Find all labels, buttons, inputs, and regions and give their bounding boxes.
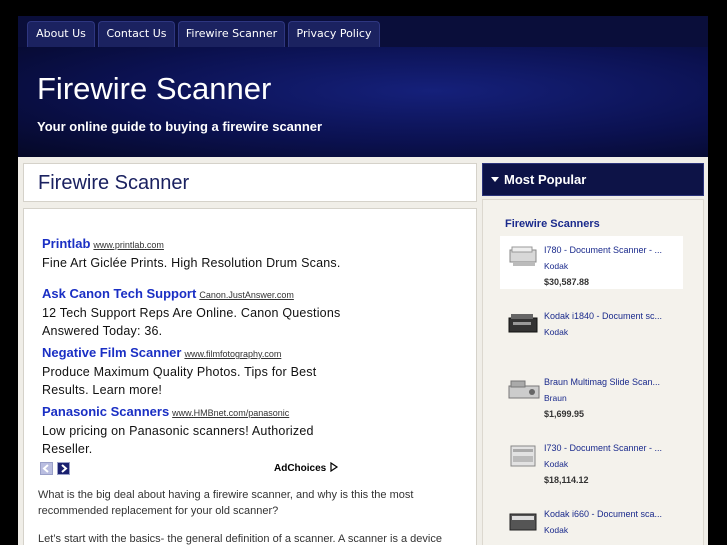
scanner-icon [508,314,538,333]
nav-contact-us[interactable]: Contact Us [98,21,175,47]
page-body: Firewire Scanner Printlab www.printlab.co… [18,157,708,545]
site-tagline: Your online guide to buying a firewire s… [37,119,323,134]
product-price: $1,699.95 [544,409,585,419]
ad-title[interactable]: Ask Canon Tech Support [42,286,196,301]
adchoices-label: AdChoices [274,463,327,474]
ad-unit: Ask Canon Tech Support Canon.JustAnswer.c… [42,285,342,340]
ad-url[interactable]: Canon.JustAnswer.com [199,290,294,300]
sidebar-heading-label: Most Popular [504,172,587,187]
sidebar-heading[interactable]: Most Popular [482,163,704,196]
ad-title[interactable]: Printlab [42,236,90,251]
site-header: Firewire Scanner Your online guide to bu… [18,47,708,157]
product-brand: Kodak [544,261,569,271]
site-title[interactable]: Firewire Scanner [37,71,271,107]
ad-title[interactable]: Panasonic Scanners [42,404,169,419]
ad-description: Produce Maximum Quality Photos. Tips for… [42,365,317,397]
post-content: Printlab www.printlab.com Fine Art Giclée… [23,208,477,545]
caret-down-icon [491,177,499,182]
nav-firewire-scanner[interactable]: Firewire Scanner [178,21,285,47]
top-nav: About Us Contact Us Firewire Scanner Pri… [18,16,708,47]
ad-description: Fine Art Giclée Prints. High Resolution … [42,256,341,270]
product-item[interactable]: I780 - Document Scanner - ... Kodak $30,… [500,236,683,289]
ad-prev-button[interactable] [40,462,53,475]
scanner-icon [510,445,536,467]
product-price: $18,114.12 [544,475,589,485]
ad-url[interactable]: www.filmfotography.com [184,349,281,359]
product-item[interactable]: Kodak i660 - Document sca... Kodak [500,500,683,545]
nav-privacy-policy[interactable]: Privacy Policy [288,21,380,47]
scanner-icon [509,246,537,266]
scanner-icon [509,513,537,531]
chevron-right-icon [61,464,68,473]
ad-unit: Panasonic Scanners www.HMBnet.com/panason… [42,403,342,458]
product-brand: Kodak [544,327,569,337]
sidebar-category[interactable]: Firewire Scanners [505,218,600,230]
ad-unit: Printlab www.printlab.com Fine Art Giclée… [42,235,342,272]
product-name[interactable]: I780 - Document Scanner - ... [544,245,662,255]
adchoices-icon [330,461,339,473]
sidebar-widget: Firewire Scanners I780 - Document Scanne… [482,199,704,545]
product-item[interactable]: I730 - Document Scanner - ... Kodak $18,… [500,434,683,487]
product-brand: Kodak [544,459,569,469]
ad-description: 12 Tech Support Reps Are Online. Canon Q… [42,306,341,338]
product-brand: Braun [544,393,567,403]
product-item[interactable]: Braun Multimag Slide Scan... Braun $1,69… [500,368,683,421]
product-name[interactable]: Kodak i1840 - Document sc... [544,311,662,321]
slide-scanner-icon [508,380,540,399]
product-name[interactable]: Kodak i660 - Document sca... [544,509,662,519]
ad-title[interactable]: Negative Film Scanner [42,345,181,360]
ad-description: Low pricing on Panasonic scanners! Autho… [42,424,314,456]
chevron-left-icon [42,464,49,473]
product-name[interactable]: Braun Multimag Slide Scan... [544,377,660,387]
product-price: $30,587.88 [544,277,590,287]
product-brand: Kodak [544,525,569,535]
post-paragraph: Let’s start with the basics- the general… [38,533,442,545]
post-paragraph: What is the big deal about having a fire… [38,489,414,517]
product-item[interactable]: Kodak i1840 - Document sc... Kodak [500,302,683,355]
ad-url[interactable]: www.HMBnet.com/panasonic [172,408,289,418]
ad-unit: Negative Film Scanner www.filmfotography.… [42,344,342,399]
product-name[interactable]: I730 - Document Scanner - ... [544,443,662,453]
adchoices-link[interactable]: AdChoices [274,461,339,474]
ad-next-button[interactable] [57,462,70,475]
nav-about-us[interactable]: About Us [27,21,95,47]
ad-url[interactable]: www.printlab.com [93,240,164,250]
post-title-box: Firewire Scanner [23,163,477,202]
post-title: Firewire Scanner [38,172,190,194]
